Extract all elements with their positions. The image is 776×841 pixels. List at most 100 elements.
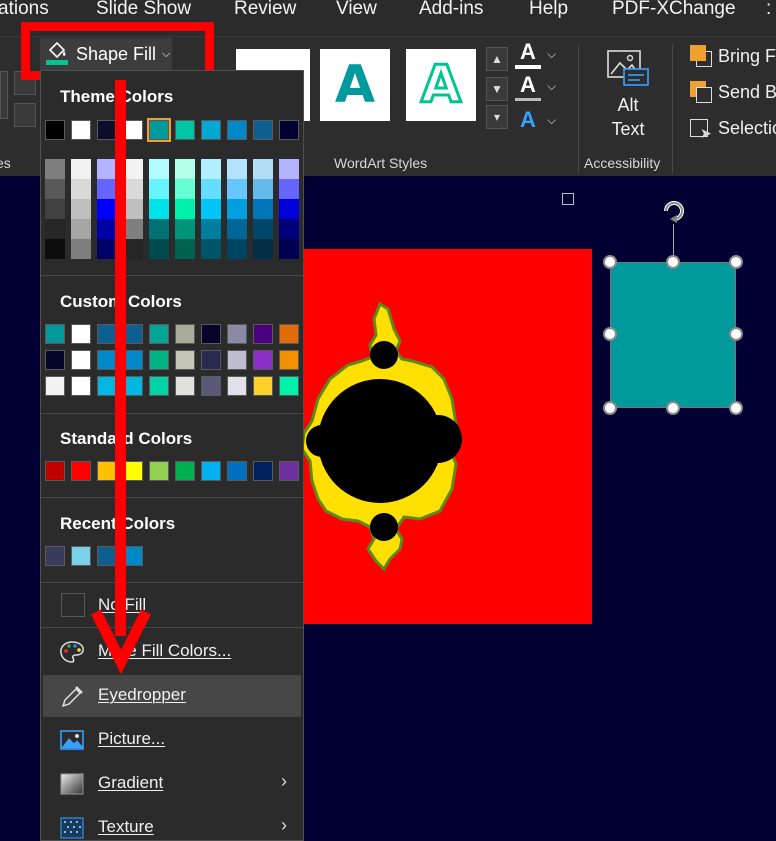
theme-shade-swatch[interactable]	[97, 219, 117, 239]
teal-rectangle-shape[interactable]	[610, 262, 736, 408]
theme-shade-swatch[interactable]	[253, 239, 273, 259]
custom-color-swatch[interactable]	[201, 324, 221, 344]
resize-handle[interactable]	[603, 327, 617, 341]
tab-review[interactable]: Review	[234, 0, 296, 20]
custom-color-swatch[interactable]	[175, 324, 195, 344]
recent-color-swatch[interactable]	[71, 546, 91, 566]
tab-animations[interactable]: ations	[0, 0, 49, 20]
custom-color-swatch[interactable]	[97, 350, 117, 370]
theme-shade-swatch[interactable]	[175, 159, 195, 179]
custom-color-swatch[interactable]	[97, 376, 117, 396]
recent-color-swatch[interactable]	[45, 546, 65, 566]
standard-color-swatch[interactable]	[175, 461, 195, 481]
standard-color-swatch[interactable]	[149, 461, 169, 481]
custom-color-swatch[interactable]	[227, 324, 247, 344]
theme-shade-swatch[interactable]	[201, 199, 221, 219]
theme-shade-swatch[interactable]	[97, 159, 117, 179]
custom-color-swatch[interactable]	[253, 324, 273, 344]
theme-shade-swatch[interactable]	[227, 239, 247, 259]
custom-color-swatch[interactable]	[149, 376, 169, 396]
theme-color-swatch[interactable]	[45, 120, 65, 140]
custom-color-swatch[interactable]	[279, 350, 299, 370]
theme-shade-swatch[interactable]	[201, 179, 221, 199]
recent-color-swatch[interactable]	[97, 546, 117, 566]
theme-shade-swatch[interactable]	[123, 159, 143, 179]
theme-shade-swatch[interactable]	[227, 159, 247, 179]
standard-color-swatch[interactable]	[201, 461, 221, 481]
resize-handle[interactable]	[603, 255, 617, 269]
theme-shade-swatch[interactable]	[45, 239, 65, 259]
text-fill-button[interactable]: A ⌵	[515, 39, 565, 69]
standard-color-swatch[interactable]	[45, 461, 65, 481]
resize-handle[interactable]	[729, 327, 743, 341]
theme-color-swatch[interactable]	[201, 120, 221, 140]
custom-color-swatch[interactable]	[71, 324, 91, 344]
theme-shade-swatch[interactable]	[71, 199, 91, 219]
custom-color-swatch[interactable]	[123, 376, 143, 396]
theme-shade-swatch[interactable]	[45, 219, 65, 239]
theme-shade-swatch[interactable]	[201, 219, 221, 239]
wordart-scroll-down[interactable]: ▼	[486, 77, 508, 101]
theme-shade-swatch[interactable]	[279, 239, 299, 259]
standard-color-swatch[interactable]	[123, 461, 143, 481]
dialog-launcher-icon[interactable]	[562, 193, 574, 205]
custom-color-swatch[interactable]	[201, 376, 221, 396]
alt-text-button[interactable]: Alt Text	[592, 41, 664, 141]
custom-color-swatch[interactable]	[149, 324, 169, 344]
theme-shade-swatch[interactable]	[253, 179, 273, 199]
resize-handle[interactable]	[666, 401, 680, 415]
custom-color-swatch[interactable]	[45, 324, 65, 344]
theme-shade-swatch[interactable]	[227, 179, 247, 199]
wordart-scroll-up[interactable]: ▲	[486, 47, 508, 71]
tab-overflow[interactable]: :	[766, 0, 771, 20]
theme-shade-swatch[interactable]	[97, 239, 117, 259]
picture-item[interactable]: Picture...	[43, 719, 301, 761]
theme-shade-swatch[interactable]	[45, 159, 65, 179]
theme-shade-swatch[interactable]	[45, 199, 65, 219]
eyedropper-item[interactable]: Eyedropper	[43, 675, 301, 717]
theme-color-swatch[interactable]	[147, 118, 171, 142]
theme-shade-swatch[interactable]	[97, 179, 117, 199]
custom-color-swatch[interactable]	[227, 350, 247, 370]
theme-shade-swatch[interactable]	[175, 239, 195, 259]
resize-handle[interactable]	[729, 255, 743, 269]
theme-shade-swatch[interactable]	[149, 199, 169, 219]
standard-color-swatch[interactable]	[71, 461, 91, 481]
resize-handle[interactable]	[603, 401, 617, 415]
custom-color-swatch[interactable]	[279, 376, 299, 396]
theme-shade-swatch[interactable]	[279, 179, 299, 199]
theme-shade-swatch[interactable]	[123, 179, 143, 199]
selection-pane-button[interactable]: ➤ Selection	[688, 113, 776, 143]
gradient-item[interactable]: Gradient ›	[43, 763, 301, 805]
mandelbrot-image[interactable]	[292, 249, 592, 624]
custom-color-swatch[interactable]	[45, 350, 65, 370]
standard-color-swatch[interactable]	[253, 461, 273, 481]
custom-color-swatch[interactable]	[175, 376, 195, 396]
custom-color-swatch[interactable]	[123, 324, 143, 344]
theme-shade-swatch[interactable]	[71, 179, 91, 199]
text-effects-button[interactable]: A ⌵	[515, 107, 565, 133]
recent-color-swatch[interactable]	[123, 546, 143, 566]
tab-add-ins[interactable]: Add-ins	[419, 0, 483, 20]
theme-color-swatch[interactable]	[279, 120, 299, 140]
theme-shade-swatch[interactable]	[279, 219, 299, 239]
theme-shade-swatch[interactable]	[279, 199, 299, 219]
theme-shade-swatch[interactable]	[201, 239, 221, 259]
tab-slide-show[interactable]: Slide Show	[96, 0, 191, 20]
bring-forward-button[interactable]: Bring Fo	[688, 41, 776, 71]
resize-handle[interactable]	[729, 401, 743, 415]
no-fill-item[interactable]: No Fill	[43, 585, 301, 627]
theme-shade-swatch[interactable]	[227, 199, 247, 219]
standard-color-swatch[interactable]	[279, 461, 299, 481]
theme-color-swatch[interactable]	[253, 120, 273, 140]
text-outline-button[interactable]: A ⌵	[515, 72, 565, 101]
rotate-handle-icon[interactable]	[657, 194, 691, 228]
theme-color-swatch[interactable]	[123, 120, 143, 140]
send-backward-button[interactable]: Send Ba	[688, 77, 776, 107]
custom-color-swatch[interactable]	[97, 324, 117, 344]
theme-shade-swatch[interactable]	[71, 239, 91, 259]
theme-shade-swatch[interactable]	[149, 159, 169, 179]
theme-shade-swatch[interactable]	[97, 199, 117, 219]
custom-color-swatch[interactable]	[71, 350, 91, 370]
wordart-style-2[interactable]: A	[320, 49, 390, 121]
